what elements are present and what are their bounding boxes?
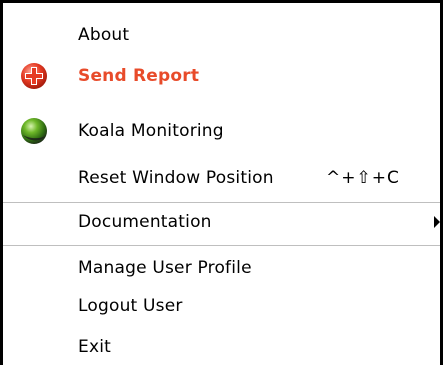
menu-item-documentation-label: Documentation [78, 212, 212, 232]
submenu-arrow-icon [434, 216, 440, 228]
menu-item-exit-label: Exit [78, 337, 111, 357]
menu-item-send-report-label: Send Report [78, 66, 200, 86]
menu-separator [3, 245, 440, 246]
menu-item-exit[interactable]: Exit [3, 329, 440, 365]
green-globe-icon [20, 117, 48, 145]
menu-item-koala-monitoring-label: Koala Monitoring [78, 121, 224, 141]
menu-item-about-label: About [78, 25, 130, 45]
menu-item-logout-user[interactable]: Logout User [3, 288, 440, 324]
menu-item-logout-user-label: Logout User [78, 296, 183, 316]
red-cross-icon [20, 62, 48, 90]
menu-item-documentation[interactable]: Documentation [3, 204, 440, 240]
menu-item-koala-monitoring[interactable]: Koala Monitoring [3, 113, 440, 149]
menu-separator [3, 202, 440, 203]
keyboard-shortcut: ^+⇧+C [326, 168, 400, 188]
context-menu: About Send Report Koala Monitoring Reset… [0, 0, 443, 365]
menu-item-reset-window-position[interactable]: Reset Window Position ^+⇧+C [3, 160, 440, 196]
menu-item-send-report[interactable]: Send Report [3, 58, 440, 94]
menu-item-about[interactable]: About [3, 17, 440, 53]
menu-item-manage-user-profile-label: Manage User Profile [78, 258, 252, 278]
menu-item-reset-window-position-label: Reset Window Position [78, 168, 274, 188]
menu-item-manage-user-profile[interactable]: Manage User Profile [3, 250, 440, 286]
